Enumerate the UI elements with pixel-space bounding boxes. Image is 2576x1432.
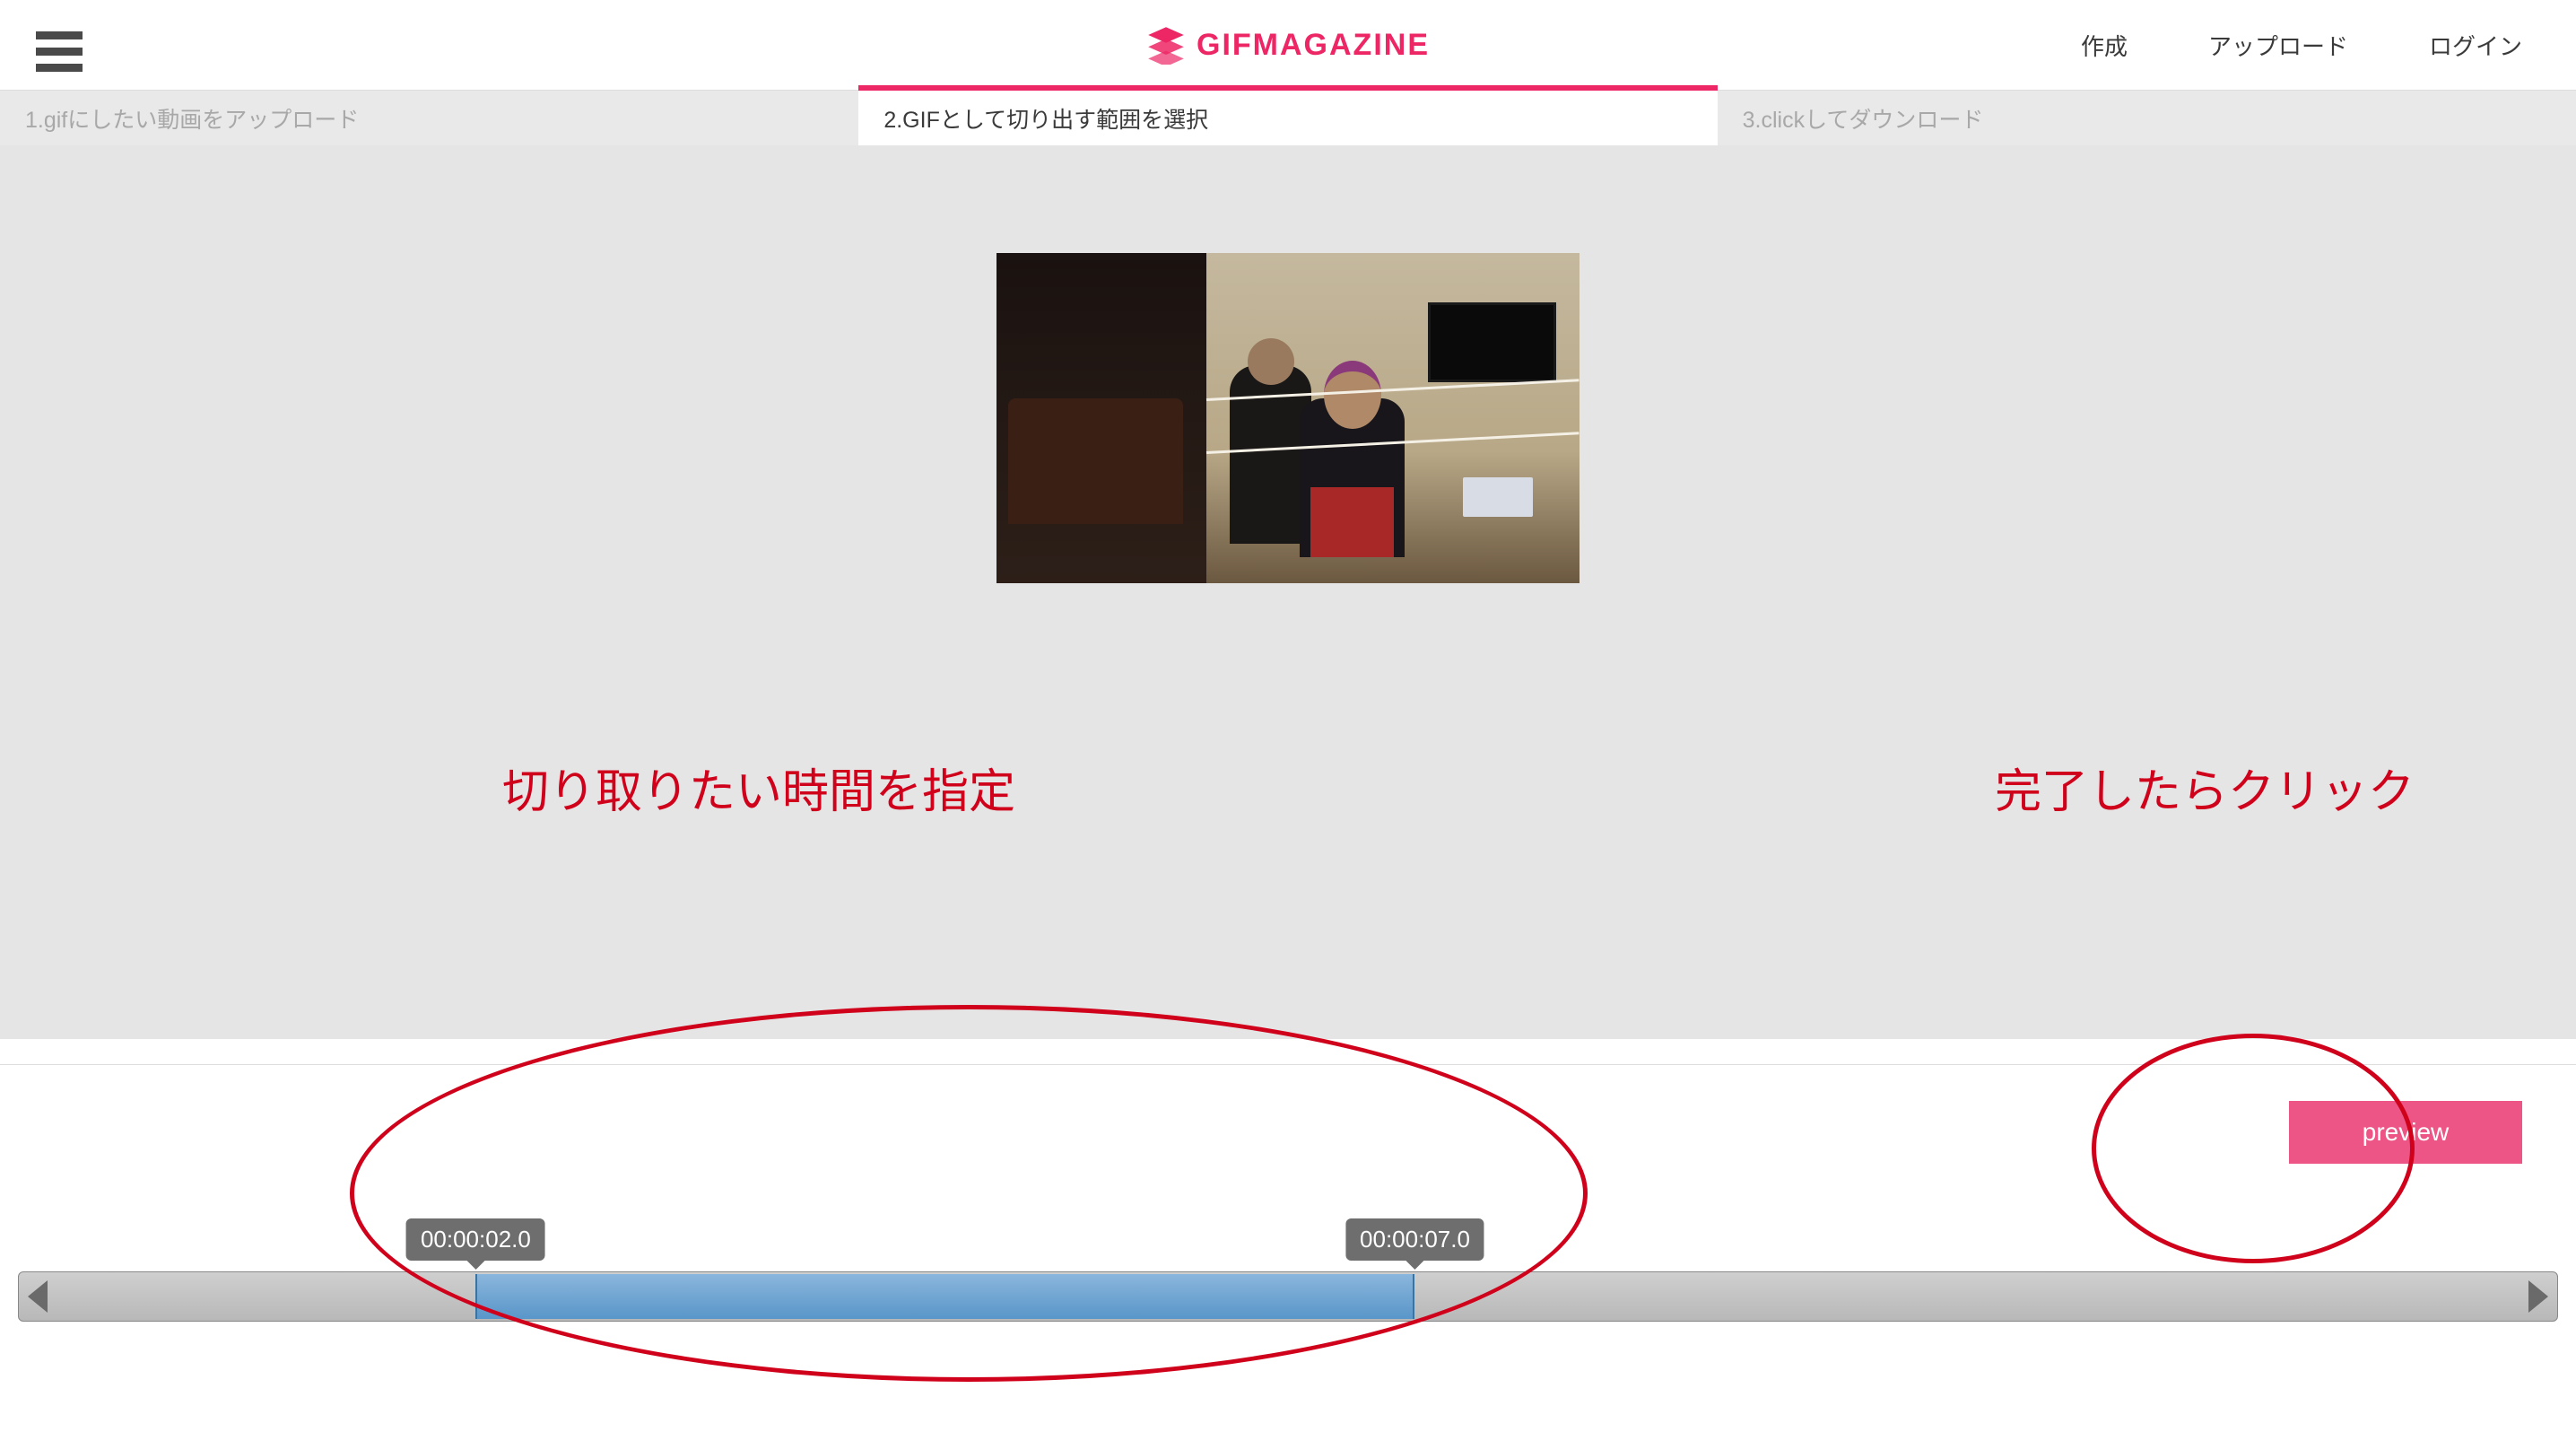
workspace [0,145,2576,1039]
timeline-track[interactable]: 00:00:02.0 00:00:07.0 [18,1271,2558,1322]
preview-button[interactable]: preview [2289,1101,2522,1164]
nav-right: 作成 アップロード ログイン [2081,29,2540,62]
annotation-preview-hint: 完了したらクリック [1995,754,2415,821]
step-2-select-range[interactable]: 2.GIFとして切り出す範囲を選択 [858,91,1717,145]
step-label: 1.gifにしたい動画をアップロード [25,102,359,135]
video-preview[interactable] [996,253,1580,583]
range-end-marker[interactable]: 00:00:07.0 [1345,1218,1484,1261]
nav-login[interactable]: ログイン [2429,29,2522,62]
step-3-download[interactable]: 3.clickしてダウンロード [1718,91,2576,145]
step-tabs: 1.gifにしたい動画をアップロード 2.GIFとして切り出す範囲を選択 3.c… [0,90,2576,145]
step-1-upload[interactable]: 1.gifにしたい動画をアップロード [0,91,858,145]
stack-icon [1146,25,1186,65]
nav-upload[interactable]: アップロード [2208,29,2348,62]
app-header: GIFMAGAZINE 作成 アップロード ログイン [0,0,2576,90]
controls-panel: preview 00:00:02.0 00:00:07.0 [0,1064,2576,1423]
hamburger-menu-icon[interactable] [36,19,83,72]
step-label: 3.clickしてダウンロード [1743,102,1984,135]
timeline-scroll-right-icon[interactable] [2528,1280,2548,1313]
range-start-time: 00:00:02.0 [421,1226,531,1253]
range-start-marker[interactable]: 00:00:02.0 [406,1218,545,1261]
timeline: 00:00:02.0 00:00:07.0 [18,1271,2558,1322]
range-end-time: 00:00:07.0 [1360,1226,1470,1253]
step-label: 2.GIFとして切り出す範囲を選択 [883,102,1208,135]
annotation-timeline-hint: 切り取りたい時間を指定 [502,754,1015,821]
brand-name: GIFMAGAZINE [1197,28,1430,63]
timeline-scroll-left-icon[interactable] [28,1280,48,1313]
timeline-range-selection[interactable]: 00:00:02.0 00:00:07.0 [475,1274,1414,1319]
brand-logo[interactable]: GIFMAGAZINE [1146,25,1430,65]
nav-create[interactable]: 作成 [2081,29,2128,62]
